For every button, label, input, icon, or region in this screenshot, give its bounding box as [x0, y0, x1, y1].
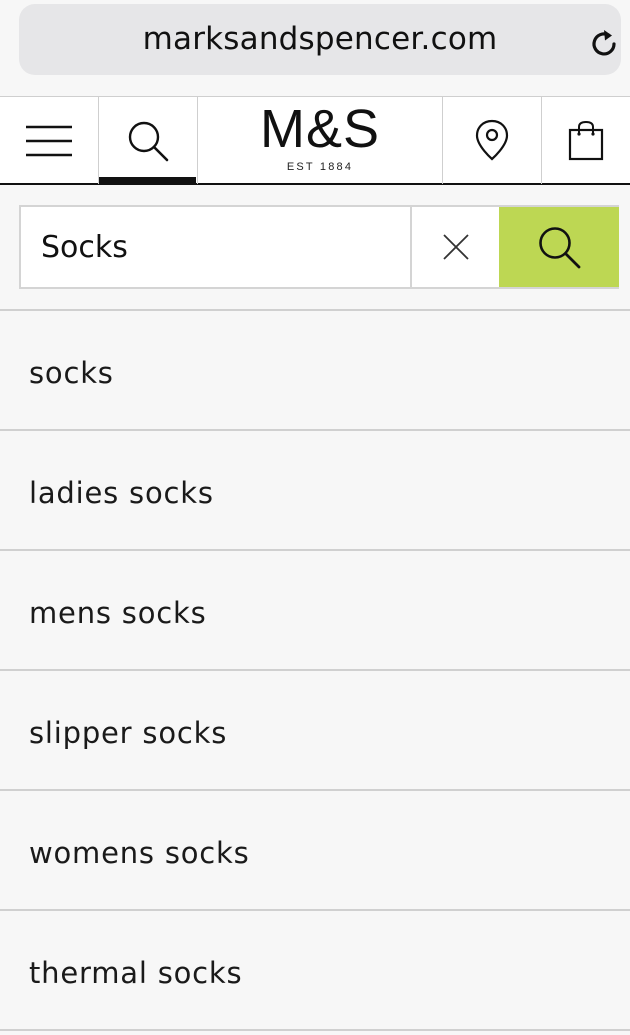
suggestion-item[interactable]: ladies socks — [0, 431, 630, 551]
suggestion-item[interactable]: thermal socks — [0, 911, 630, 1031]
suggestion-label: socks — [29, 356, 114, 390]
suggestion-item[interactable]: socks — [0, 311, 630, 431]
suggestion-item[interactable]: slipper socks — [0, 671, 630, 791]
store-locator-button[interactable] — [443, 97, 541, 184]
logo-wordmark: M&S — [259, 99, 381, 159]
shopping-bag-icon — [568, 120, 604, 160]
suggestion-item[interactable]: mens socks — [0, 551, 630, 671]
close-icon — [442, 234, 469, 260]
reload-icon — [592, 30, 616, 56]
url-text: marksandspencer.com — [142, 21, 498, 57]
suggestion-label: mens socks — [29, 596, 207, 630]
search-form — [19, 205, 619, 289]
suggestion-label: ladies socks — [29, 476, 214, 510]
location-pin-icon — [475, 119, 509, 160]
menu-button[interactable] — [0, 97, 98, 184]
active-tab-indicator — [99, 177, 196, 184]
shopping-bag-button[interactable] — [542, 97, 630, 184]
header-search-button[interactable] — [99, 97, 197, 184]
reload-button[interactable] — [582, 22, 626, 66]
search-input[interactable] — [21, 207, 410, 287]
clear-search-button[interactable] — [410, 207, 499, 287]
search-icon — [128, 121, 169, 161]
site-logo[interactable]: M&S EST 1884 — [198, 97, 442, 184]
url-field[interactable]: marksandspencer.com — [19, 4, 621, 75]
suggestion-label: thermal socks — [29, 956, 243, 990]
site-header: M&S EST 1884 — [0, 96, 630, 185]
search-icon — [539, 227, 581, 269]
suggestion-item[interactable]: womens socks — [0, 791, 630, 911]
browser-address-bar: marksandspencer.com — [0, 0, 630, 96]
logo-tagline: EST 1884 — [286, 161, 354, 173]
suggestion-label: womens socks — [29, 836, 250, 870]
hamburger-menu-icon — [26, 125, 72, 156]
search-submit-button[interactable] — [499, 207, 619, 287]
suggestion-label: slipper socks — [29, 716, 228, 750]
search-suggestions: socks ladies socks mens socks slipper so… — [0, 309, 630, 1031]
